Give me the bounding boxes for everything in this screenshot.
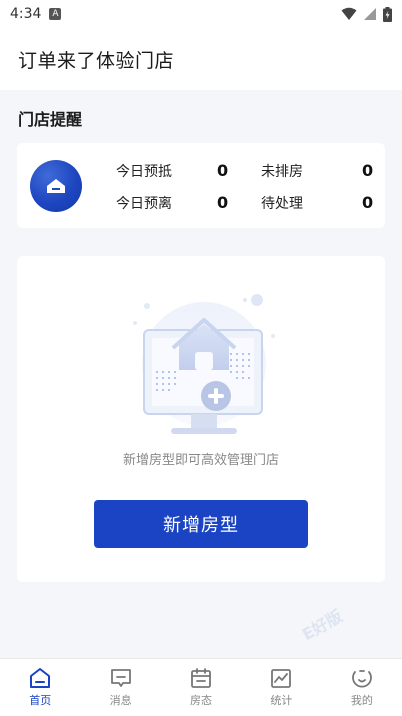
- tab-label-profile: 我的: [350, 694, 373, 707]
- tab-label-room-status: 房态: [190, 694, 213, 707]
- notification-badge-icon: A: [49, 8, 62, 20]
- watermark: E好版: [298, 606, 346, 645]
- app-header: 订单来了体验门店: [0, 28, 402, 90]
- store-icon: [30, 160, 82, 212]
- tab-label-statistics: 统计: [270, 694, 293, 707]
- stat-value-arriving-today[interactable]: 0: [217, 161, 228, 180]
- status-time: 4:34: [10, 6, 42, 22]
- stat-label-pending: 待处理: [261, 196, 303, 212]
- battery-icon: [383, 6, 392, 22]
- tab-label-home: 首页: [29, 694, 52, 707]
- stat-value-unassigned-room[interactable]: 0: [362, 161, 373, 180]
- stat-value-pending[interactable]: 0: [362, 193, 373, 212]
- tab-label-messages: 消息: [109, 694, 132, 707]
- tab-room-status[interactable]: 房态: [161, 659, 241, 716]
- chart-icon: [271, 669, 292, 688]
- tab-profile[interactable]: 我的: [322, 659, 402, 716]
- empty-state-card: 新增房型即可高效管理门店 新增房型: [17, 256, 385, 582]
- home-icon: [30, 668, 51, 688]
- empty-state-text: 新增房型即可高效管理门店: [122, 453, 279, 468]
- tab-home[interactable]: 首页: [0, 659, 80, 716]
- message-icon: [110, 669, 131, 687]
- profile-icon: [351, 670, 372, 688]
- wifi-icon: [341, 7, 357, 20]
- add-room-type-button[interactable]: 新增房型: [94, 500, 308, 548]
- tab-statistics[interactable]: 统计: [241, 659, 321, 716]
- stat-value-departing-today[interactable]: 0: [217, 193, 228, 212]
- tab-messages[interactable]: 消息: [80, 659, 160, 716]
- stat-label-unassigned-room: 未排房: [261, 164, 303, 180]
- store-reminder-card: 今日预抵 0 未排房 0 今日预离 0 待处理 0: [17, 143, 385, 228]
- bottom-tab-bar: 首页 消息 房态 统计 我的: [0, 658, 402, 716]
- calendar-icon: [191, 668, 211, 688]
- empty-room-illustration: [133, 294, 275, 434]
- status-bar: 4:34 A: [0, 0, 402, 28]
- signal-icon: [364, 8, 376, 20]
- stat-label-departing-today: 今日预离: [116, 196, 172, 212]
- stat-label-arriving-today: 今日预抵: [116, 164, 172, 180]
- status-icons: [341, 6, 392, 22]
- store-reminder-title: 门店提醒: [18, 110, 83, 129]
- page-title: 订单来了体验门店: [18, 49, 175, 72]
